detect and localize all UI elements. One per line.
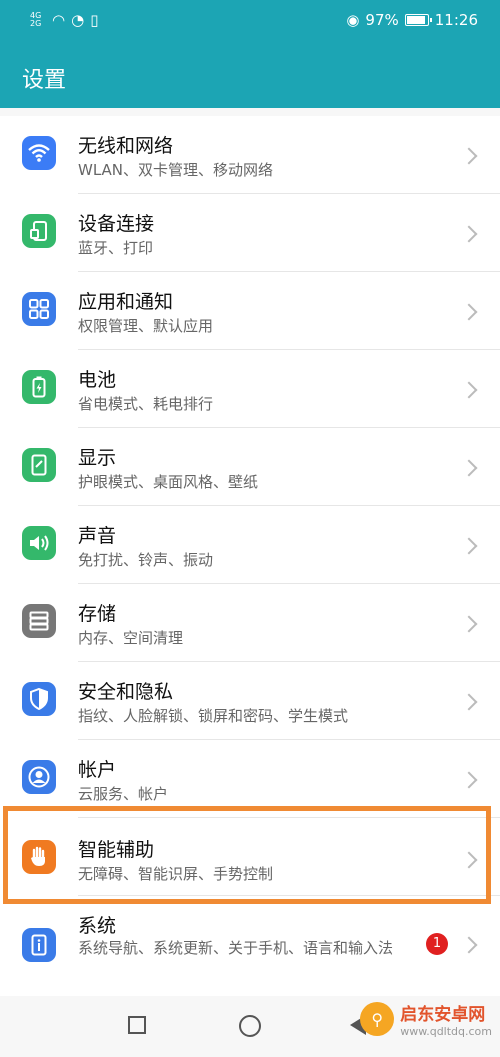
settings-item-battery[interactable]: 电池 省电模式、耗电排行 bbox=[0, 350, 500, 428]
home-button[interactable] bbox=[239, 1015, 261, 1037]
settings-item-subtitle: 护眼模式、桌面风格、壁纸 bbox=[78, 473, 259, 491]
settings-item-title: 帐户 bbox=[78, 759, 117, 781]
wifi-icon bbox=[22, 136, 56, 170]
settings-item-subtitle: 云服务、帐户 bbox=[78, 785, 169, 803]
highlight-box bbox=[3, 806, 491, 904]
watermark: ⚲ 启东安卓网 www.qdltdq.com bbox=[360, 1000, 492, 1038]
watermark-text: 启东安卓网 www.qdltdq.com bbox=[400, 1000, 492, 1038]
status-left: 4G 2G ◠ ◔ ▯ bbox=[30, 11, 98, 29]
settings-item-wireless[interactable]: 无线和网络 WLAN、双卡管理、移动网络 bbox=[0, 116, 500, 194]
settings-item-sound[interactable]: 声音 免打扰、铃声、振动 bbox=[0, 506, 500, 584]
update-badge: 1 bbox=[426, 933, 448, 955]
signal-icon: 4G 2G bbox=[30, 12, 46, 28]
settings-item-title: 系统 bbox=[78, 915, 117, 937]
signal-label-2: 2G bbox=[30, 19, 42, 28]
settings-item-subtitle: 蓝牙、打印 bbox=[78, 239, 154, 257]
settings-item-subtitle: 系统导航、系统更新、关于手机、语言和输入法 bbox=[78, 939, 394, 957]
settings-item-title: 声音 bbox=[78, 525, 117, 547]
chevron-right-icon bbox=[460, 771, 478, 789]
settings-item-device-connection[interactable]: 设备连接 蓝牙、打印 bbox=[0, 194, 500, 272]
settings-item-subtitle: 权限管理、默认应用 bbox=[78, 317, 214, 335]
settings-item-subtitle: WLAN、双卡管理、移动网络 bbox=[78, 161, 274, 179]
status-right: ◉ 97% 11:26 bbox=[346, 11, 478, 29]
hd-voice-icon: ◔ bbox=[71, 11, 85, 29]
settings-item-security[interactable]: 安全和隐私 指纹、人脸解锁、锁屏和密码、学生模式 bbox=[0, 662, 500, 740]
status-bar: 4G 2G ◠ ◔ ▯ ◉ 97% 11:26 bbox=[0, 0, 500, 42]
system-info-icon bbox=[22, 928, 56, 962]
settings-item-subtitle: 免打扰、铃声、振动 bbox=[78, 551, 214, 569]
settings-item-subtitle: 指纹、人脸解锁、锁屏和密码、学生模式 bbox=[78, 707, 349, 725]
wifi-status-icon: ◠ bbox=[52, 11, 66, 29]
sound-icon bbox=[22, 526, 56, 560]
chevron-right-icon bbox=[460, 537, 478, 555]
settings-item-subtitle: 内存、空间清理 bbox=[78, 629, 184, 647]
chevron-right-icon bbox=[460, 225, 478, 243]
battery-icon bbox=[22, 370, 56, 404]
chevron-right-icon bbox=[460, 615, 478, 633]
settings-item-system[interactable]: 系统 系统导航、系统更新、关于手机、语言和输入法 1 bbox=[0, 896, 500, 996]
settings-item-title: 电池 bbox=[78, 369, 117, 391]
apps-grid-icon bbox=[22, 292, 56, 326]
account-icon bbox=[22, 760, 56, 794]
watermark-title: 启东安卓网 bbox=[400, 1005, 486, 1025]
recents-button[interactable] bbox=[128, 1016, 146, 1034]
vibrate-icon: ▯ bbox=[90, 11, 99, 29]
chevron-right-icon bbox=[460, 936, 478, 954]
settings-item-title: 设备连接 bbox=[78, 213, 155, 235]
watermark-url: www.qdltdq.com bbox=[400, 1025, 492, 1038]
chevron-right-icon bbox=[460, 147, 478, 165]
storage-icon bbox=[22, 604, 56, 638]
settings-item-title: 安全和隐私 bbox=[78, 681, 174, 703]
settings-item-title: 应用和通知 bbox=[78, 291, 174, 313]
battery-percent: 97% bbox=[365, 11, 399, 29]
chevron-right-icon bbox=[460, 459, 478, 477]
chevron-right-icon bbox=[460, 381, 478, 399]
chevron-right-icon bbox=[460, 303, 478, 321]
device-connection-icon bbox=[22, 214, 56, 248]
settings-item-apps[interactable]: 应用和通知 权限管理、默认应用 bbox=[0, 272, 500, 350]
eye-comfort-icon: ◉ bbox=[346, 11, 360, 29]
chevron-right-icon bbox=[460, 693, 478, 711]
settings-item-subtitle: 省电模式、耗电排行 bbox=[78, 395, 214, 413]
display-icon bbox=[22, 448, 56, 482]
page-title: 设置 bbox=[22, 68, 67, 93]
settings-item-storage[interactable]: 存储 内存、空间清理 bbox=[0, 584, 500, 662]
header: 设置 bbox=[0, 42, 500, 108]
settings-item-title: 存储 bbox=[78, 603, 117, 625]
watermark-logo-icon: ⚲ bbox=[360, 1002, 395, 1036]
shield-icon bbox=[22, 682, 56, 716]
settings-item-display[interactable]: 显示 护眼模式、桌面风格、壁纸 bbox=[0, 428, 500, 506]
settings-item-title: 无线和网络 bbox=[78, 135, 174, 157]
clock: 11:26 bbox=[434, 11, 478, 29]
battery-icon bbox=[404, 14, 432, 26]
settings-item-title: 显示 bbox=[78, 447, 117, 469]
